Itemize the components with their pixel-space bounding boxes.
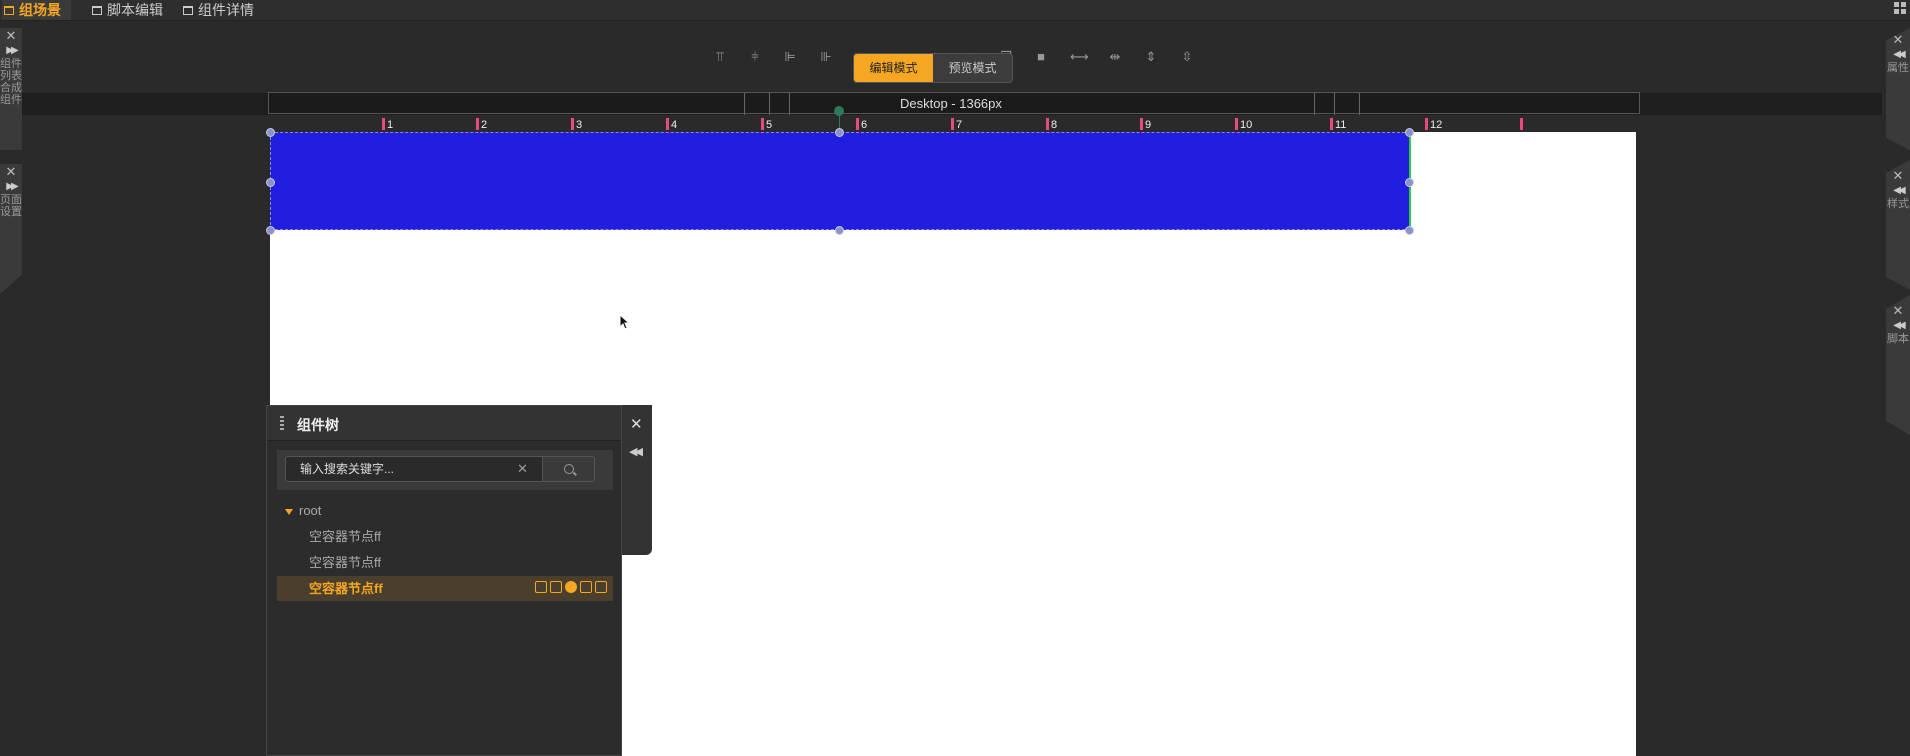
resize-handle[interactable] [266, 178, 275, 187]
collapse-icon[interactable]: ◀◀ [1886, 184, 1910, 198]
column-mark: 5 [761, 118, 772, 132]
caret-down-icon[interactable] [285, 508, 293, 515]
calendar-icon [183, 5, 193, 15]
node-actions [535, 581, 607, 593]
align-left-icon[interactable]: ⊫ [782, 49, 798, 65]
space-v-icon[interactable]: ⇳ [1179, 49, 1195, 65]
align-vcenter-icon[interactable]: ⫩ [747, 49, 763, 65]
close-icon[interactable]: ✕ [630, 415, 643, 433]
top-tab-bar: 组场景 脚本编辑 组件详情 [0, 0, 1910, 21]
panel-label: 页面设置 [0, 194, 22, 218]
scene-icon [4, 5, 14, 15]
tab-component-detail[interactable]: 组件详情 [183, 0, 254, 20]
tree-node[interactable]: 空容器节点ff [277, 550, 613, 575]
resize-handle[interactable] [266, 128, 275, 137]
tree-node-root[interactable]: root [277, 498, 613, 523]
right-panel-properties[interactable]: ✕ ◀◀ 属性 [1886, 28, 1910, 150]
column-mark: 2 [476, 118, 487, 132]
node-label: 空容器节点ff [309, 529, 381, 544]
resize-handle[interactable] [1405, 226, 1414, 235]
column-mark: 6 [856, 118, 867, 132]
copy-icon[interactable] [550, 581, 562, 593]
column-mark: 1 [382, 118, 393, 132]
close-icon[interactable]: ✕ [1886, 168, 1910, 184]
column-mark: 11 [1330, 118, 1346, 132]
edit-icon[interactable] [535, 581, 547, 593]
left-panel-component-list[interactable]: ✕ ▶▶ 组件列表 合成组件 [0, 28, 22, 150]
lock-icon[interactable] [595, 581, 607, 593]
tree-title: 组件树 [297, 417, 339, 433]
close-icon[interactable]: ✕ [0, 28, 22, 44]
collapse-icon[interactable]: ◀◀ [1886, 48, 1910, 62]
expand-icon[interactable]: ▶▶ [0, 44, 22, 58]
component-tree-panel: 组件树 输入搜索关键字... ✕ root 空容器节点ff 空容器节点ff 空容… [266, 405, 622, 756]
send-back-icon[interactable]: ■ [1033, 49, 1049, 65]
edit-mode-button[interactable]: 编辑模式 [854, 54, 933, 82]
resize-handle[interactable] [1405, 128, 1414, 137]
tree-search: 输入搜索关键字... ✕ [277, 450, 613, 490]
left-panel-page-settings[interactable]: ✕ ▶▶ 页面设置 [0, 164, 22, 294]
hide-icon[interactable] [565, 581, 577, 593]
resize-handle[interactable] [835, 226, 844, 235]
node-label: root [299, 503, 322, 518]
column-ruler: 1 2 3 4 5 6 7 8 9 10 11 12 [270, 118, 1635, 132]
column-mark: 8 [1046, 118, 1057, 132]
panel-label: 合成组件 [0, 82, 22, 106]
tab-label: 组件详情 [198, 2, 254, 18]
clear-icon[interactable]: ✕ [517, 461, 528, 477]
align-right-icon[interactable]: ⊪ [818, 49, 834, 65]
panel-label: 脚本 [1887, 333, 1909, 345]
column-mark: 4 [666, 118, 677, 132]
delete-icon[interactable] [580, 581, 592, 593]
expand-icon[interactable]: ▶▶ [0, 180, 22, 194]
column-mark: 10 [1235, 118, 1252, 132]
column-end-mark [1520, 118, 1525, 132]
grid-icon[interactable] [1894, 2, 1906, 14]
panel-label: 组件列表 [0, 58, 22, 82]
close-icon[interactable]: ✕ [1886, 303, 1910, 319]
collapse-icon[interactable]: ◀◀ [1886, 319, 1910, 333]
column-mark: 7 [951, 118, 962, 132]
resize-handle[interactable] [835, 128, 844, 137]
calendar-icon [92, 5, 102, 15]
tree-node-selected[interactable]: 空容器节点ff [277, 576, 613, 601]
panel-label: 样式 [1887, 198, 1909, 210]
right-panel-style[interactable]: ✕ ◀◀ 样式 [1886, 160, 1910, 290]
distribute-v-icon[interactable]: ⇕ [1143, 49, 1159, 65]
tree-header[interactable]: 组件树 [267, 406, 621, 441]
search-button[interactable] [543, 456, 595, 482]
drag-handle-icon[interactable] [280, 416, 284, 430]
column-mark: 9 [1140, 118, 1151, 132]
device-size-label: Desktop - 1366px [900, 96, 1002, 111]
column-mark: 3 [571, 118, 582, 132]
space-h-icon[interactable]: ⇹ [1107, 49, 1123, 65]
rotate-handle[interactable] [834, 106, 844, 116]
tree-node[interactable]: 空容器节点ff [277, 524, 613, 549]
collapse-icon[interactable]: ◀◀ [629, 445, 643, 458]
close-icon[interactable]: ✕ [0, 164, 22, 180]
tab-label: 脚本编辑 [107, 2, 163, 18]
selected-container[interactable] [270, 132, 1410, 230]
column-mark: 12 [1425, 118, 1442, 132]
tab-scene[interactable]: 组场景 [2, 0, 71, 20]
tab-label: 组场景 [19, 2, 61, 18]
tree-side-controls: ✕ ◀◀ [622, 405, 652, 555]
node-label: 空容器节点ff [309, 555, 381, 570]
mouse-cursor-icon [619, 314, 631, 330]
panel-label: 属性 [1887, 62, 1909, 74]
preview-mode-button[interactable]: 预览模式 [933, 54, 1012, 82]
distribute-h-icon[interactable]: ⟷ [1070, 49, 1089, 65]
resize-handle[interactable] [1405, 178, 1414, 187]
resize-handle[interactable] [266, 226, 275, 235]
mode-switch: 编辑模式 预览模式 [853, 53, 1013, 83]
search-icon [564, 464, 574, 474]
tab-script-edit[interactable]: 脚本编辑 [92, 0, 163, 20]
align-top-icon[interactable]: ⫪ [712, 49, 728, 65]
node-label: 空容器节点ff [309, 581, 383, 596]
search-input[interactable]: 输入搜索关键字... [285, 456, 543, 482]
right-panel-script[interactable]: ✕ ◀◀ 脚本 [1886, 295, 1910, 435]
